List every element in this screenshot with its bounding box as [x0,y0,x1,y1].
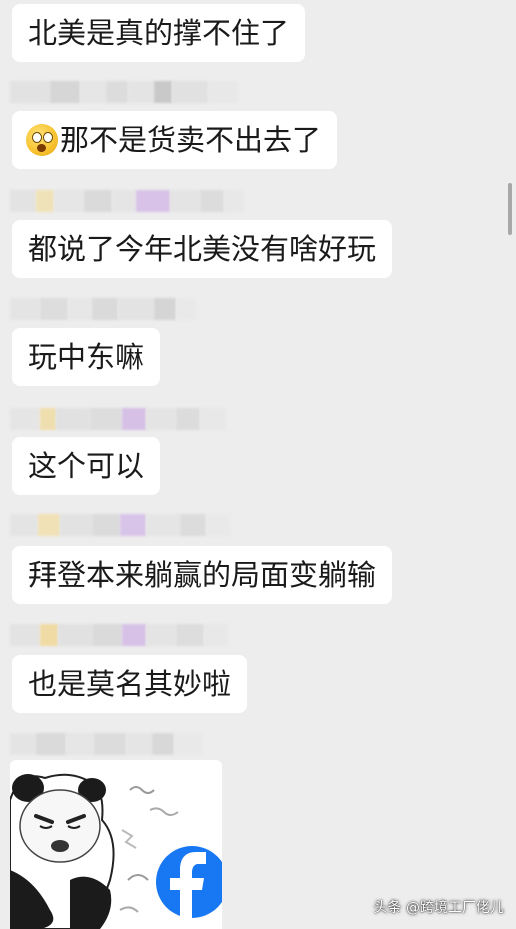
blurred-nickname [10,190,244,212]
astonished-face-icon [26,124,58,156]
message-bubble[interactable]: 玩中东嘛 [12,328,161,386]
message-bubble[interactable]: 也是莫名其妙啦 [12,655,248,713]
chat-screen: 北美是真的撑不住了 那不是货卖不出去了 都说了今年北美没有啥好玩 玩中东嘛 这个… [0,0,516,929]
blurred-nickname [10,408,226,430]
panda-meme-sticker[interactable] [10,760,222,929]
blurred-nickname [10,514,230,536]
watermark-text: 头条 @跨境工厂佬儿 [373,900,504,916]
message-text: 玩中东嘛 [28,339,145,374]
blurred-nickname [10,624,228,646]
message-bubble[interactable]: 那不是货卖不出去了 [12,111,338,169]
message-text: 北美是真的撑不住了 [28,15,290,50]
message-bubble[interactable]: 北美是真的撑不住了 [12,4,306,62]
blurred-nickname [10,733,202,755]
panda-meme-sticker-icon [10,773,222,929]
message-text: 那不是货卖不出去了 [60,122,322,157]
message-text: 这个可以 [28,448,145,483]
message-text: 也是莫名其妙啦 [28,666,232,701]
message-bubble[interactable]: 都说了今年北美没有啥好玩 [12,220,393,278]
blurred-nickname [10,81,238,103]
message-text: 拜登本来躺赢的局面变躺输 [28,557,377,592]
blurred-nickname [10,298,196,320]
message-bubble[interactable]: 这个可以 [12,437,161,495]
scrollbar-thumb[interactable] [508,183,512,235]
message-text: 都说了今年北美没有啥好玩 [28,231,377,266]
message-bubble[interactable]: 拜登本来躺赢的局面变躺输 [12,546,393,604]
